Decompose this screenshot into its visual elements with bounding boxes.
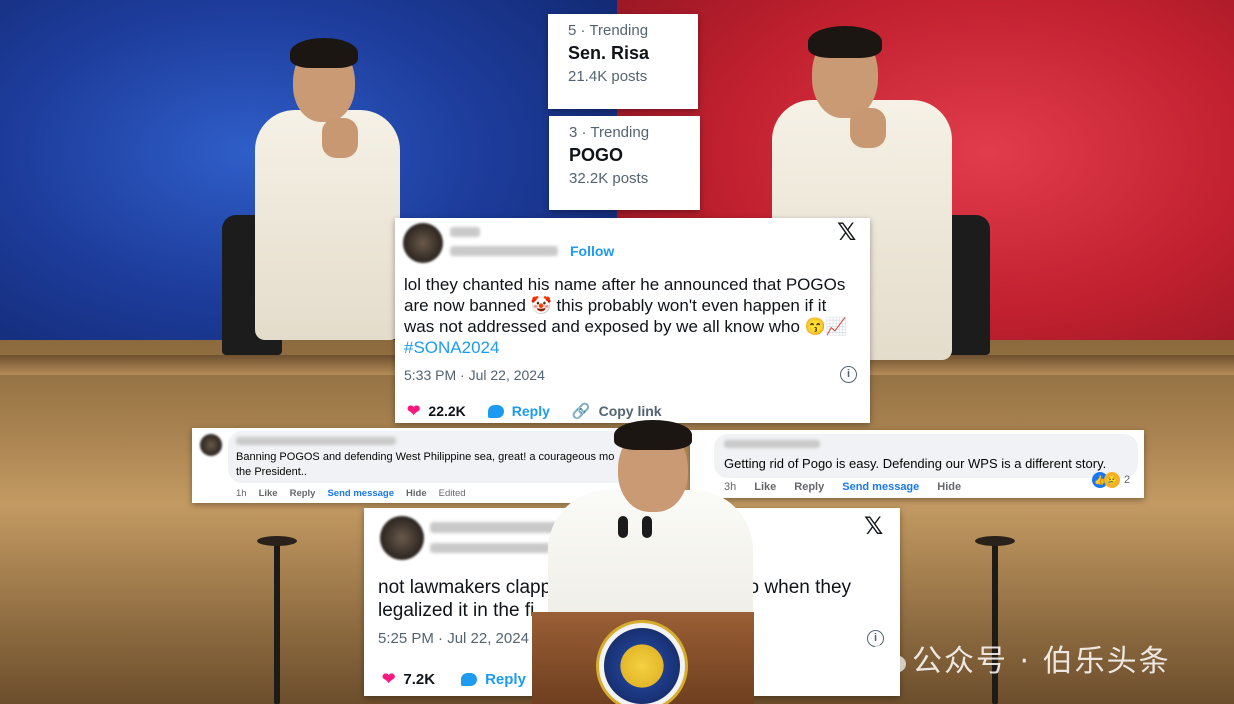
like-count[interactable]: 7.2K xyxy=(403,671,435,688)
blurred-username xyxy=(450,227,480,237)
tweet-text: lol they chanted his name after he annou… xyxy=(404,274,864,358)
send-message-button[interactable]: Send message xyxy=(842,481,919,493)
mic-base-right xyxy=(975,536,1015,546)
trend-topic: POGO xyxy=(569,145,624,165)
sad-reaction-icon: 😢 xyxy=(1104,472,1120,488)
avatar xyxy=(380,516,424,560)
edited-label: Edited xyxy=(438,488,466,499)
follow-button[interactable]: Follow xyxy=(570,243,614,259)
blurred-commenter-name xyxy=(236,437,396,445)
reply-button[interactable]: Reply xyxy=(485,671,526,688)
blurred-commenter-name xyxy=(724,440,820,448)
comment-actions: 1h Like Reply Send message Hide Edited xyxy=(236,488,466,499)
photo-collage: 5 · Trending Sen. Risa 21.4K posts 3 · T… xyxy=(0,0,1234,704)
tweet-actions: ❤ 7.2K Reply xyxy=(382,669,526,689)
comment-time: 1h xyxy=(236,488,247,499)
comment-text: Banning POGOS and defending West Philipp… xyxy=(236,450,628,480)
reaction-count: 2 xyxy=(1124,474,1131,486)
tweet-actions: ❤ 22.2K Reply 🔗 Copy link xyxy=(407,401,662,421)
mic-stand-left xyxy=(274,540,280,704)
reply-button[interactable]: Reply xyxy=(794,481,824,493)
like-count[interactable]: 22.2K xyxy=(428,403,465,419)
mic-base-left xyxy=(257,536,297,546)
heart-icon[interactable]: ❤ xyxy=(382,669,395,689)
trending-card-pogo[interactable]: 3 · Trending POGO 32.2K posts xyxy=(549,116,700,210)
copy-link-button[interactable]: Copy link xyxy=(599,403,662,419)
link-icon[interactable]: 🔗 xyxy=(572,402,591,420)
heart-icon[interactable]: ❤ xyxy=(407,401,420,421)
trend-rank: 3 · Trending xyxy=(569,124,650,141)
comment-text: Getting rid of Pogo is easy. Defending o… xyxy=(724,456,1107,471)
avatar xyxy=(403,223,443,263)
blurred-handle xyxy=(430,543,550,553)
comment-line-2: the President.. xyxy=(236,466,307,478)
avatar xyxy=(200,434,222,456)
x-logo-icon: 𝕏 xyxy=(864,512,884,540)
like-button[interactable]: Like xyxy=(754,481,776,493)
tweet-line-1: lol they chanted his name after he annou… xyxy=(404,275,846,294)
tweet-line-3: was not addressed and exposed by we all … xyxy=(404,317,848,336)
reaction-summary[interactable]: 👍 😢 2 xyxy=(1092,472,1130,488)
trend-topic: Sen. Risa xyxy=(568,43,650,63)
hashtag-link[interactable]: #SONA2024 xyxy=(404,337,864,358)
reply-button[interactable]: Reply xyxy=(290,488,316,499)
x-logo-icon: 𝕏 xyxy=(837,218,857,246)
trending-card-sen-risa[interactable]: 5 · Trending Sen. Risa 21.4K posts xyxy=(548,14,698,109)
tweet-timestamp[interactable]: 5:33 PM · Jul 22, 2024 xyxy=(404,367,545,383)
reply-button[interactable]: Reply xyxy=(512,403,550,419)
watermark-text: 公众号 · 伯乐头条 xyxy=(912,644,1171,679)
reply-icon[interactable] xyxy=(487,404,504,418)
trend-post-count: 32.2K posts xyxy=(569,170,649,187)
fb-comment-right: Getting rid of Pogo is easy. Defending o… xyxy=(690,430,1144,498)
info-icon[interactable]: i xyxy=(840,366,857,383)
reply-icon[interactable] xyxy=(461,672,478,686)
trend-post-count: 21.4K posts xyxy=(568,68,648,85)
comment-actions: 3h Like Reply Send message Hide xyxy=(724,481,961,493)
fb-comment-left: Banning POGOS and defending West Philipp… xyxy=(192,428,632,503)
send-message-button[interactable]: Send message xyxy=(327,488,394,499)
trend-rank: 5 · Trending xyxy=(568,22,649,39)
tweet-card-main: Follow 𝕏 lol they chanted his name after… xyxy=(395,218,870,423)
tweet-line-1-start: not lawmakers clappi xyxy=(378,577,556,598)
presidential-seal-icon xyxy=(596,620,688,704)
tweet-timestamp[interactable]: 5:25 PM · Jul 22, 2024 xyxy=(378,630,529,647)
blurred-handle xyxy=(450,246,558,256)
wechat-watermark: 公众号 · 伯乐头条 xyxy=(866,636,1171,680)
hide-button[interactable]: Hide xyxy=(937,481,961,493)
comment-line-1: Banning POGOS and defending West Philipp… xyxy=(236,451,615,463)
comment-time: 3h xyxy=(724,481,737,493)
hide-button[interactable]: Hide xyxy=(406,488,427,499)
like-button[interactable]: Like xyxy=(259,488,278,499)
wechat-icon xyxy=(866,645,906,673)
tweet-line-2: are now banned 🤡 this probably won't eve… xyxy=(404,296,827,315)
